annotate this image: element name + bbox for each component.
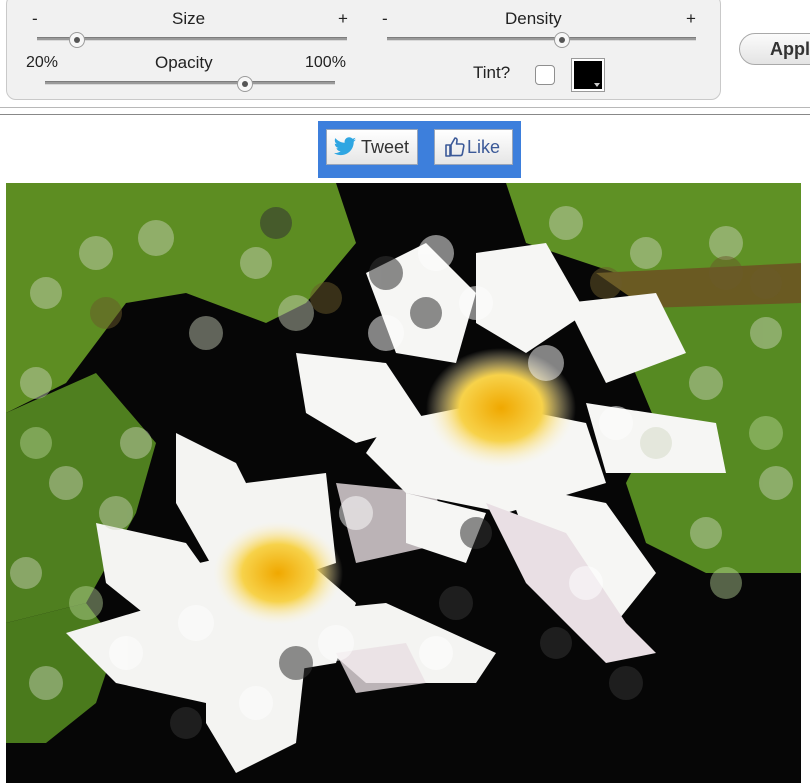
twitter-bird-icon <box>334 137 356 156</box>
size-label: Size <box>172 9 206 28</box>
density-minus-label: - <box>382 9 388 28</box>
tweet-button[interactable]: Tweet <box>326 129 418 165</box>
social-share-bar: Tweet Like <box>318 121 521 178</box>
tint-label: Tint? <box>473 63 511 82</box>
density-label: Density <box>505 9 562 28</box>
apply-button[interactable]: Apply <box>739 33 810 65</box>
tint-color-picker[interactable] <box>571 58 605 92</box>
divider <box>0 107 810 108</box>
density-plus-label: + <box>686 9 696 28</box>
opacity-min-label: 20% <box>26 54 59 71</box>
opacity-label: Opacity <box>155 53 213 72</box>
density-slider-thumb[interactable] <box>554 32 570 48</box>
water-lily-photo <box>6 183 801 783</box>
opacity-slider-thumb[interactable] <box>237 76 253 92</box>
density-slider-track[interactable] <box>387 37 696 41</box>
size-plus-label: + <box>338 9 348 28</box>
water-lily-image <box>6 183 801 783</box>
thumbs-up-icon <box>445 137 465 157</box>
tweet-label: Tweet <box>361 137 410 157</box>
opacity-max-label: 100% <box>305 54 346 71</box>
tint-checkbox[interactable] <box>535 65 555 85</box>
like-button[interactable]: Like <box>434 129 513 165</box>
controls-panel: - Size + - Density + 20% Opacity 100% Ti… <box>6 0 721 100</box>
size-minus-label: - <box>32 9 38 28</box>
divider <box>0 114 810 115</box>
tint-color-swatch <box>574 61 602 89</box>
like-label: Like <box>467 137 501 157</box>
opacity-slider-track[interactable] <box>45 81 335 85</box>
chevron-down-icon <box>594 83 600 87</box>
size-slider-thumb[interactable] <box>69 32 85 48</box>
